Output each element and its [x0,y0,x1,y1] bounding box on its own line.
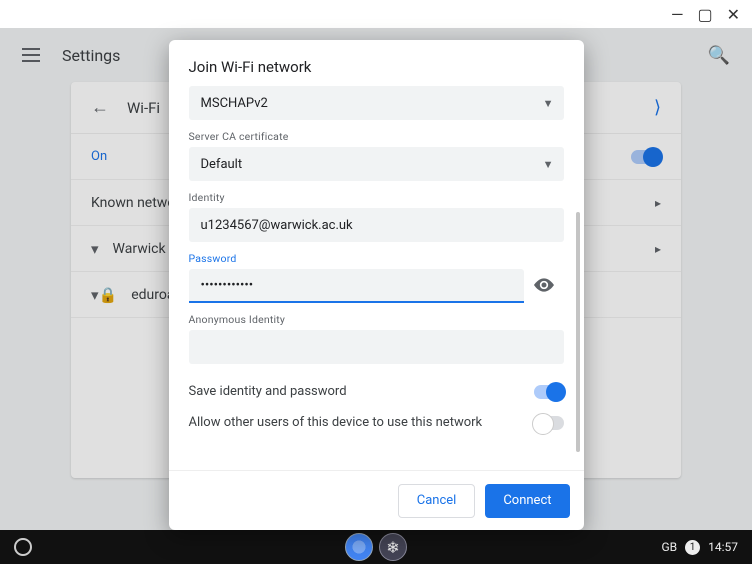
window-maximize-icon[interactable]: ▢ [697,5,712,24]
cancel-button[interactable]: Cancel [398,484,476,518]
chrome-app-icon[interactable] [345,533,373,561]
password-input[interactable]: •••••••••••• [189,269,524,303]
notification-badge: 1 [685,540,700,555]
password-label: Password [189,252,564,265]
modal-overlay: Join Wi-Fi network MSCHAPv2 ▼ Server CA … [0,28,752,530]
save-identity-toggle[interactable] [534,385,564,399]
anon-identity-label: Anonymous Identity [189,313,564,326]
dialog-title: Join Wi-Fi network [169,40,584,86]
scrollbar[interactable] [576,212,580,452]
shelf: ❄ GB 1 14:57 [0,530,752,564]
identity-value: u1234567@warwick.ac.uk [201,218,353,233]
chevron-down-icon: ▼ [543,97,554,110]
ca-cert-label: Server CA certificate [189,130,564,143]
share-network-label: Allow other users of this device to use … [189,415,483,430]
chevron-down-icon: ▼ [543,158,554,171]
locale-indicator: GB [661,540,677,554]
launcher-icon[interactable] [14,538,32,556]
save-identity-label: Save identity and password [189,384,347,399]
identity-label: Identity [189,191,564,204]
show-password-icon[interactable] [534,276,554,297]
password-value: •••••••••••• [201,278,254,293]
connect-button[interactable]: Connect [485,484,569,518]
anon-identity-input[interactable] [189,330,564,364]
join-wifi-dialog: Join Wi-Fi network MSCHAPv2 ▼ Server CA … [169,40,584,530]
window-close-icon[interactable]: ✕ [727,5,740,24]
phase2-value: MSCHAPv2 [201,96,268,111]
ca-cert-select[interactable]: Default ▼ [189,147,564,181]
files-app-icon[interactable]: ❄ [379,533,407,561]
phase2-select[interactable]: MSCHAPv2 ▼ [189,86,564,120]
clock: 14:57 [708,540,738,554]
share-network-toggle[interactable] [534,416,564,430]
identity-input[interactable]: u1234567@warwick.ac.uk [189,208,564,242]
ca-cert-value: Default [201,157,243,172]
window-minimize-icon[interactable]: — [671,5,684,24]
system-tray[interactable]: GB 1 14:57 [661,540,752,555]
